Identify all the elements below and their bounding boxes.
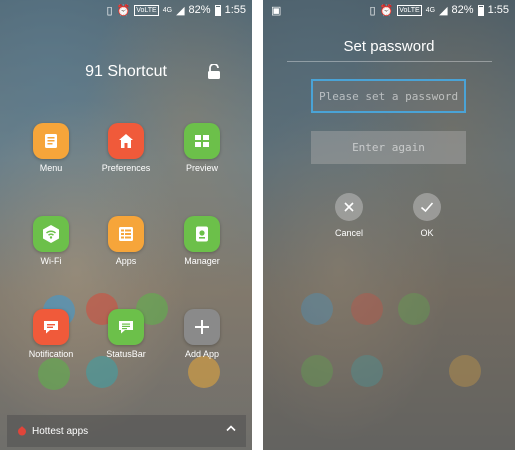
- fire-icon: [18, 426, 26, 436]
- home-icon: [108, 123, 144, 159]
- phone-manager-icon: [184, 216, 220, 252]
- alarm-icon: ⏰: [116, 4, 131, 17]
- background-app-icon: [38, 358, 70, 390]
- clock: 1:55: [487, 4, 509, 16]
- menu-icon: [33, 123, 69, 159]
- volte-badge: VoLTE: [397, 4, 422, 16]
- dialog-title: Set password: [343, 38, 435, 55]
- background-app-icon: [301, 355, 333, 387]
- app-add[interactable]: Add App: [167, 309, 237, 359]
- ok-button[interactable]: OK: [397, 193, 457, 238]
- check-icon: [413, 193, 441, 221]
- battery-icon: [477, 4, 484, 16]
- alarm-icon: ⏰: [379, 4, 394, 17]
- background-app-icon: [188, 356, 220, 388]
- background-app-icon: [351, 355, 383, 387]
- network-label: 4G: [425, 6, 436, 14]
- app-label: Notification: [28, 349, 74, 359]
- battery-percent: 82%: [188, 4, 211, 16]
- shortcut-screen: ▯ ⏰ VoLTE 4G ◢ 82% 1:55 91 Shortcut Menu…: [0, 0, 252, 450]
- message-icon: [33, 309, 69, 345]
- cancel-label: Cancel: [334, 228, 363, 238]
- app-menu[interactable]: Menu: [16, 123, 86, 173]
- vibrate-icon: ▯: [106, 4, 113, 17]
- volte-badge: VoLTE: [134, 4, 159, 16]
- signal-icon: ◢: [176, 4, 185, 17]
- divider: [287, 61, 492, 62]
- background-app-icon: [398, 293, 430, 325]
- status-bar: ▣ ▯ ⏰ VoLTE 4G ◢ 82% 1:55: [263, 0, 515, 20]
- set-password-screen: ▣ ▯ ⏰ VoLTE 4G ◢ 82% 1:55 Set password P…: [263, 0, 515, 450]
- app-notification[interactable]: Notification: [16, 309, 86, 359]
- close-icon: [335, 193, 363, 221]
- status-bar: ▯ ⏰ VoLTE 4G ◢ 82% 1:55: [0, 0, 252, 20]
- statusbar-icon: [108, 309, 144, 345]
- image-icon: ▣: [271, 5, 282, 17]
- apps-list-icon: [108, 216, 144, 252]
- grid-icon: [184, 123, 220, 159]
- app-preferences[interactable]: Preferences: [91, 123, 161, 173]
- network-label: 4G: [162, 6, 173, 14]
- chevron-up-icon[interactable]: [226, 424, 236, 432]
- app-label: Apps: [115, 256, 137, 266]
- background-app-icon: [351, 293, 383, 325]
- battery-percent: 82%: [451, 4, 474, 16]
- app-label: Preview: [185, 163, 218, 173]
- background-app-icon: [301, 293, 333, 325]
- unlock-icon[interactable]: [207, 64, 221, 80]
- clock: 1:55: [224, 4, 246, 16]
- cancel-button[interactable]: Cancel: [319, 193, 379, 238]
- app-label: StatusBar: [106, 349, 146, 359]
- background-app-icon: [86, 356, 118, 388]
- app-label: Preferences: [101, 163, 151, 173]
- app-wifi[interactable]: Wi-Fi: [16, 216, 86, 266]
- app-preview[interactable]: Preview: [167, 123, 237, 173]
- ok-label: OK: [420, 228, 434, 238]
- wifi-icon: [33, 216, 69, 252]
- app-statusbar[interactable]: StatusBar: [91, 309, 161, 359]
- app-label: Manager: [184, 256, 220, 266]
- background-app-icon: [449, 355, 481, 387]
- password-field[interactable]: Please set a password: [311, 79, 466, 113]
- hottest-apps-bar[interactable]: Hottest apps: [7, 415, 246, 447]
- app-label: Wi-Fi: [40, 256, 62, 266]
- confirm-password-field[interactable]: Enter again: [311, 131, 466, 164]
- plus-icon: [184, 309, 220, 345]
- signal-icon: ◢: [439, 4, 448, 17]
- vibrate-icon: ▯: [369, 4, 376, 17]
- hottest-apps-label: Hottest apps: [32, 425, 89, 437]
- app-label: Menu: [39, 163, 63, 173]
- app-label: Add App: [184, 349, 220, 359]
- battery-icon: [214, 4, 221, 16]
- app-manager[interactable]: Manager: [167, 216, 237, 266]
- app-apps[interactable]: Apps: [91, 216, 161, 266]
